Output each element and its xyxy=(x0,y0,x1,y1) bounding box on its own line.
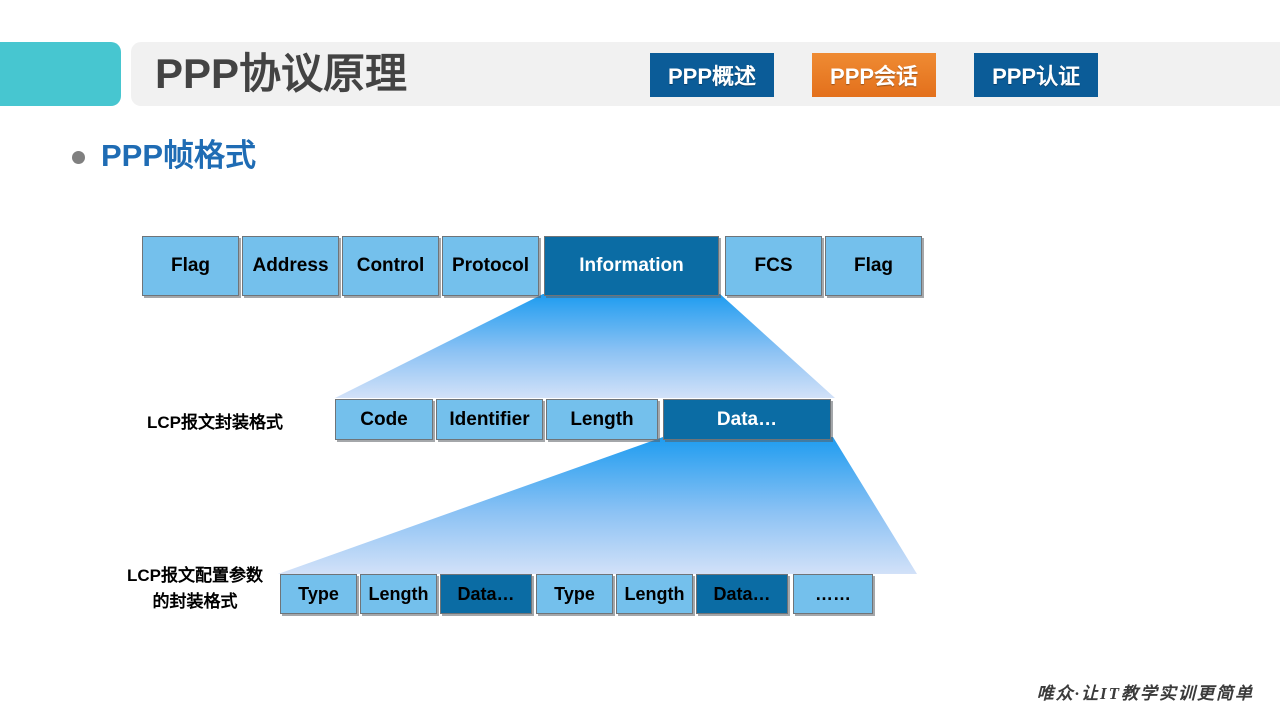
frame-cell-flag-1[interactable]: Flag xyxy=(142,236,239,296)
lcp-options-row: Type Length Data… Type Length Data… …… xyxy=(280,574,876,614)
footer-slogan: 唯众·让IT教学实训更简单 xyxy=(1036,684,1254,703)
option-cell-length-1[interactable]: Length xyxy=(360,574,437,614)
ppp-frame-diagram: Flag Address Control Protocol Informatio… xyxy=(0,0,1280,720)
lcp-cell-data[interactable]: Data… xyxy=(663,399,831,440)
lcp-packet-label: LCP报文封装格式 xyxy=(147,413,283,432)
lcp-cell-identifier[interactable]: Identifier xyxy=(436,399,543,440)
option-cell-type-1[interactable]: Type xyxy=(280,574,357,614)
funnel-lcp-to-options xyxy=(278,437,917,574)
lcp-options-label: LCP报文配置参数 的封装格式 xyxy=(105,563,285,616)
option-cell-data-2[interactable]: Data… xyxy=(696,574,788,614)
frame-cell-address[interactable]: Address xyxy=(242,236,339,296)
option-cell-data-1[interactable]: Data… xyxy=(440,574,532,614)
frame-cell-information[interactable]: Information xyxy=(544,236,719,296)
slide-canvas: PPP协议原理 PPP概述 PPP会话 PPP认证 PPP帧格式 Flag Ad… xyxy=(0,0,1280,720)
ppp-frame-row: Flag Address Control Protocol Informatio… xyxy=(142,236,925,296)
option-cell-length-2[interactable]: Length xyxy=(616,574,693,614)
lcp-cell-length[interactable]: Length xyxy=(546,399,658,440)
lcp-options-label-line1: LCP报文配置参数 xyxy=(127,566,263,585)
frame-cell-protocol[interactable]: Protocol xyxy=(442,236,539,296)
frame-cell-control[interactable]: Control xyxy=(342,236,439,296)
lcp-cell-code[interactable]: Code xyxy=(335,399,433,440)
frame-cell-flag-2[interactable]: Flag xyxy=(825,236,922,296)
frame-cell-fcs[interactable]: FCS xyxy=(725,236,822,296)
option-cell-type-2[interactable]: Type xyxy=(536,574,613,614)
funnel-information-to-lcp xyxy=(335,294,835,398)
lcp-options-label-line2: 的封装格式 xyxy=(152,592,238,612)
lcp-packet-row: Code Identifier Length Data… xyxy=(335,399,834,440)
option-cell-ellipsis[interactable]: …… xyxy=(793,574,873,614)
